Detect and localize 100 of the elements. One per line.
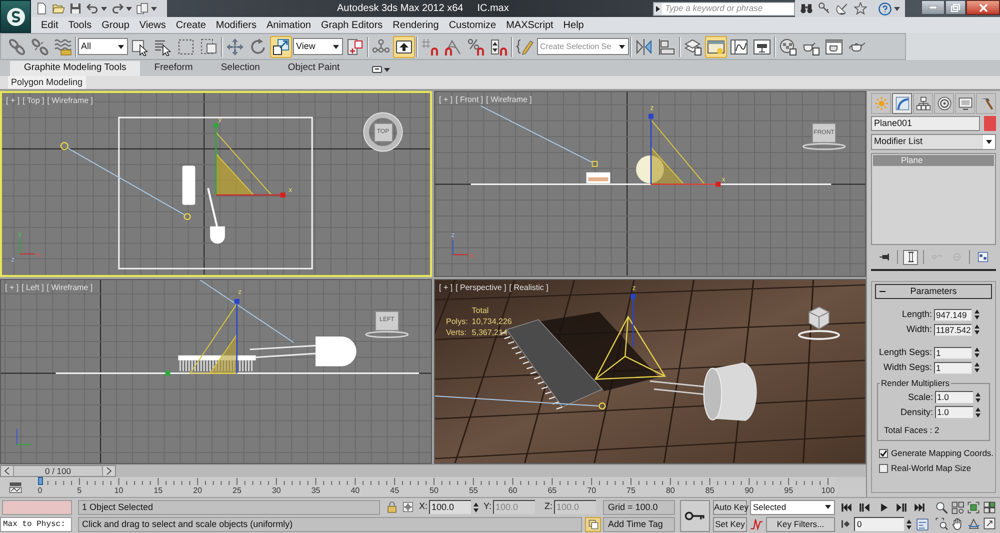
project-folder-button[interactable]: [136, 2, 157, 15]
parameter-field[interactable]: 947.149: [934, 308, 972, 320]
zoom-button[interactable]: [934, 501, 948, 514]
current-frame-field[interactable]: 0: [854, 517, 904, 531]
display-tab[interactable]: [955, 93, 975, 114]
absolute-mode-button[interactable]: [402, 501, 414, 513]
search-field[interactable]: Type a keyword or phrase: [653, 2, 795, 16]
ribbon-tab[interactable]: Selection: [206, 61, 274, 76]
object-name-field[interactable]: Plane001: [871, 116, 980, 131]
unlink-button[interactable]: [29, 36, 51, 58]
listener-field[interactable]: [2, 500, 72, 514]
selection-filter-dropdown[interactable]: All: [78, 38, 128, 55]
scene-explorer-button[interactable]: [705, 36, 727, 58]
utilities-tab[interactable]: [976, 93, 996, 114]
spinner-icon[interactable]: [974, 362, 980, 373]
menu-item[interactable]: Help: [558, 18, 589, 32]
menu-item[interactable]: Modifiers: [210, 18, 262, 32]
menu-item[interactable]: Animation: [261, 18, 316, 32]
application-button[interactable]: [0, 0, 31, 33]
motion-tab[interactable]: [934, 93, 954, 114]
viewcube[interactable]: [807, 306, 831, 330]
menu-item[interactable]: MAXScript: [501, 18, 558, 32]
ribbon-panel-tab[interactable]: Polygon Modeling: [8, 76, 86, 89]
time-configuration-button[interactable]: [916, 518, 929, 530]
search-button[interactable]: [800, 2, 813, 15]
ribbon-options-button[interactable]: [372, 66, 390, 73]
parameter-field[interactable]: 1: [934, 362, 972, 374]
communication-button[interactable]: [836, 2, 849, 15]
set-keys-button[interactable]: [680, 500, 710, 532]
key-mode-button[interactable]: [840, 518, 852, 530]
spinner-icon[interactable]: [974, 309, 980, 320]
menu-item[interactable]: Tools: [63, 18, 97, 32]
checkbox[interactable]: [879, 448, 888, 458]
save-button[interactable]: [69, 2, 82, 15]
help-button[interactable]: [878, 2, 900, 16]
key-filters-button[interactable]: Key Filters...: [766, 516, 835, 532]
viewport-shading-menu[interactable]: [ Realistic ]: [509, 282, 548, 294]
set-key-button[interactable]: Set Key: [713, 516, 747, 532]
orbit-button[interactable]: [966, 517, 981, 530]
time-slider-track[interactable]: 0 / 100: [0, 464, 866, 477]
zoom-extents-all-button[interactable]: [982, 501, 997, 514]
undo-button[interactable]: [86, 2, 107, 15]
key-tangent-button[interactable]: [750, 517, 764, 531]
go-to-start-button[interactable]: [840, 500, 853, 514]
spinner-icon[interactable]: [906, 518, 912, 530]
spinner-icon[interactable]: [975, 406, 981, 418]
zoom-region-button[interactable]: [934, 517, 948, 530]
menu-item[interactable]: Rendering: [388, 18, 444, 32]
go-to-end-button[interactable]: [913, 500, 926, 514]
key-set-dropdown[interactable]: Selected: [750, 500, 835, 514]
parameter-field[interactable]: 1.0: [935, 391, 973, 404]
time-slider-handle[interactable]: 0 / 100: [0, 465, 116, 477]
zoom-all-button[interactable]: [950, 501, 964, 514]
coordinate-field[interactable]: 100.0: [428, 500, 471, 514]
select-scale-button[interactable]: [270, 36, 292, 58]
zoom-extents-button[interactable]: [966, 501, 981, 514]
previous-frame-button[interactable]: [858, 500, 872, 514]
ribbon-tab[interactable]: Graphite Modeling Tools: [10, 61, 140, 76]
reference-coordinate-dropdown[interactable]: View: [293, 38, 343, 55]
rollout-header[interactable]: Parameters: [875, 284, 992, 299]
configure-sets-button[interactable]: [975, 250, 990, 264]
color-swatch-icon[interactable]: [984, 116, 996, 131]
shortcut-override-button[interactable]: [393, 36, 415, 58]
auto-key-button[interactable]: Auto Key: [713, 500, 747, 514]
ribbon-tab[interactable]: Object Paint: [274, 61, 354, 76]
next-frame-button[interactable]: [894, 500, 908, 514]
menu-item[interactable]: Create: [170, 18, 211, 32]
menu-item[interactable]: Customize: [444, 18, 502, 32]
show-end-result-button[interactable]: [903, 250, 918, 264]
spinner-icon[interactable]: [974, 347, 980, 358]
modifier-list-dropdown[interactable]: Modifier List: [871, 134, 996, 150]
spinner-icon[interactable]: [974, 324, 980, 335]
mini-listener-field[interactable]: Max to Physc:: [0, 516, 72, 532]
menu-item[interactable]: Group: [96, 18, 134, 32]
time-tag-field[interactable]: Add Time Tag: [603, 516, 675, 532]
minimize-button[interactable]: [921, 0, 945, 15]
parameter-field[interactable]: 1.0: [935, 406, 973, 418]
parameter-field[interactable]: 1: [934, 346, 972, 358]
selection-lock-button[interactable]: [386, 501, 398, 513]
close-button[interactable]: [966, 0, 1000, 15]
modify-tab[interactable]: [892, 93, 912, 114]
time-marker[interactable]: [38, 477, 43, 485]
viewport-view-menu[interactable]: [ Perspective ]: [456, 282, 506, 294]
checkbox[interactable]: [879, 464, 888, 472]
redo-button[interactable]: [111, 2, 132, 15]
menu-item[interactable]: Graph Editors: [316, 18, 388, 32]
open-file-button[interactable]: [52, 2, 65, 15]
maximize-button[interactable]: [945, 0, 966, 15]
ribbon-tab[interactable]: Freeform: [140, 61, 207, 76]
maximize-viewport-button[interactable]: [982, 517, 997, 530]
mini-curve-editor-button[interactable]: [9, 480, 22, 494]
subscription-button[interactable]: [818, 2, 831, 15]
menu-item[interactable]: Views: [134, 18, 171, 32]
spinner-icon[interactable]: [975, 392, 981, 403]
hierarchy-tab[interactable]: [913, 93, 933, 114]
time-tag-button[interactable]: [585, 516, 601, 532]
new-file-button[interactable]: [35, 2, 48, 15]
parameter-field[interactable]: 1187.542: [934, 324, 972, 336]
menu-item[interactable]: Edit: [36, 18, 64, 32]
viewport-plus-menu[interactable]: [ + ]: [439, 282, 453, 294]
